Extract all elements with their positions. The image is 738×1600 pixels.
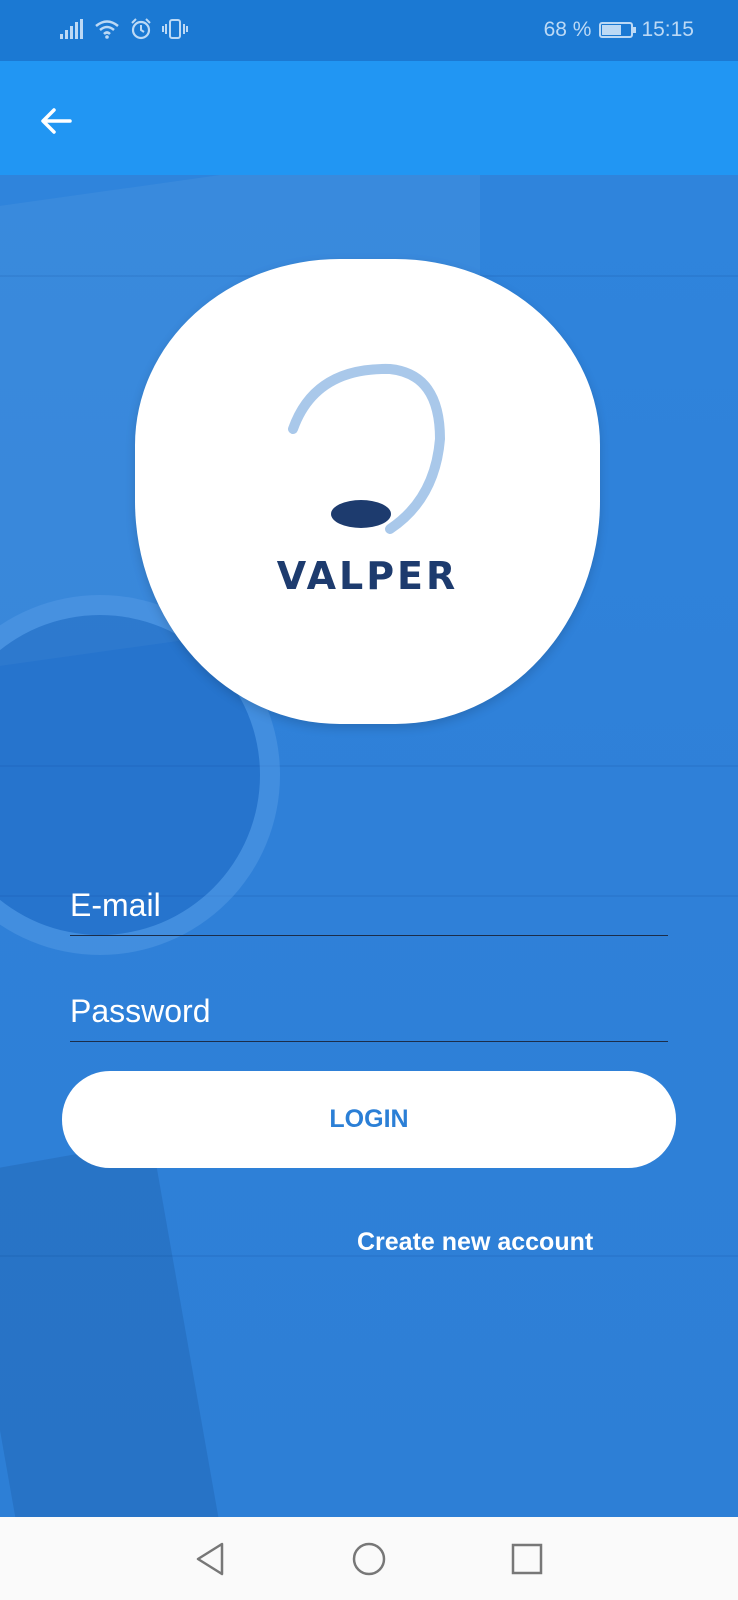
arrow-back-icon: [41, 108, 72, 134]
back-triangle-icon[interactable]: [190, 1539, 230, 1579]
status-bar: 68 % 15:15: [0, 0, 738, 61]
battery-icon: [599, 22, 637, 38]
status-time: 15:15: [641, 18, 694, 41]
wifi-icon: [95, 20, 119, 39]
battery-percent: 68 %: [543, 18, 592, 41]
create-account-link[interactable]: Create new account: [357, 1228, 593, 1257]
email-input[interactable]: [70, 876, 668, 935]
home-circle-icon[interactable]: [349, 1539, 389, 1579]
password-input[interactable]: [70, 982, 668, 1041]
background-phone: [0, 1140, 225, 1517]
logo-card: VALPER: [135, 259, 600, 724]
status-icons-left: [60, 18, 188, 40]
login-button[interactable]: LOGIN: [62, 1071, 676, 1168]
password-field-container: [70, 982, 668, 1042]
app-bar: [0, 61, 738, 175]
vibrate-icon: [162, 19, 188, 39]
valper-logo-mark: [288, 363, 446, 534]
recents-square-icon[interactable]: [507, 1539, 547, 1579]
logo-text: VALPER: [276, 554, 459, 598]
signal-icon: [60, 19, 83, 39]
alarm-icon: [131, 18, 151, 40]
back-button[interactable]: [30, 95, 82, 147]
status-icons-right: 68 % 15:15: [544, 18, 694, 42]
email-field-container: [70, 876, 668, 936]
battery-fill: [602, 25, 622, 35]
system-nav-bar: [0, 1517, 738, 1600]
